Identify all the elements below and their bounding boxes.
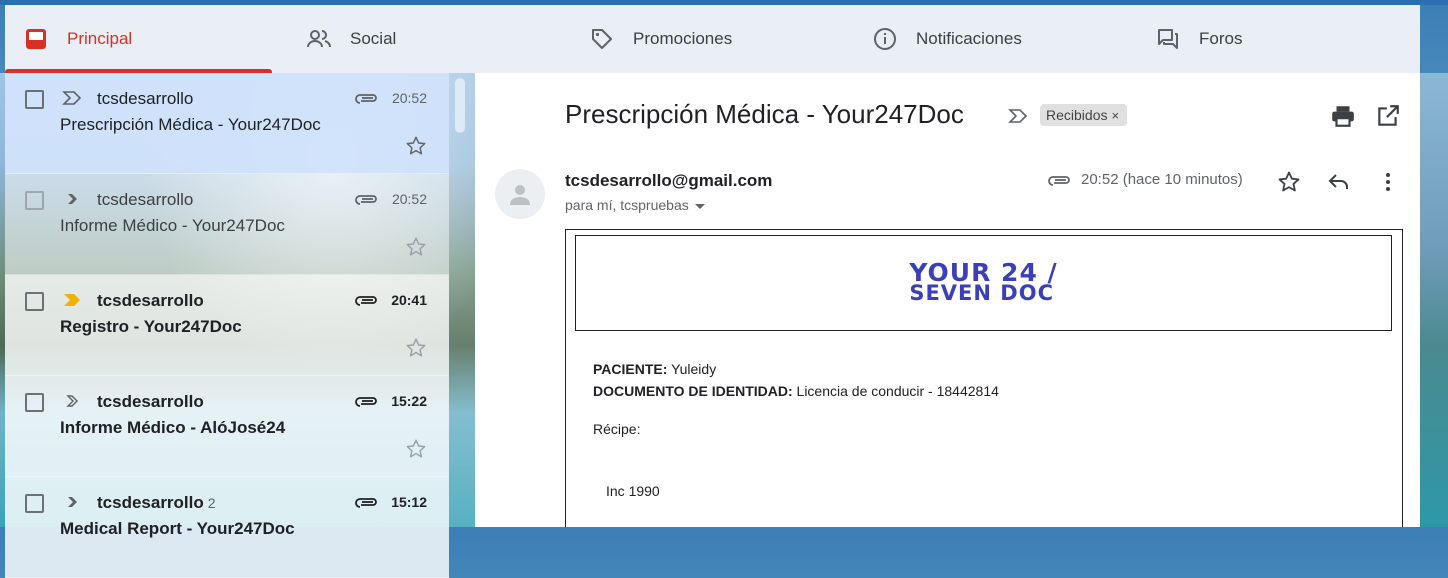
time: 20:52 xyxy=(391,191,427,207)
select-checkbox[interactable] xyxy=(25,393,44,412)
tab-label: Principal xyxy=(67,29,133,48)
email-body: YOUR 24 / SEVEN DOC PACIENTE: Yuleidy DO… xyxy=(565,229,1403,527)
tab-label: Promociones xyxy=(633,29,733,48)
list-item[interactable]: tcsdesarrollo 2 15:12 Medical Report - Yo… xyxy=(5,477,449,578)
importance-marker-icon[interactable] xyxy=(1008,109,1028,123)
star-icon[interactable] xyxy=(405,337,427,359)
more-vert-icon xyxy=(1386,173,1390,191)
label-chip[interactable]: Recibidos × xyxy=(1040,104,1128,126)
background-strip xyxy=(1420,73,1448,527)
more-options-button[interactable] xyxy=(1375,169,1401,195)
recipients[interactable]: para mí, tcspruebas xyxy=(565,197,705,213)
print-icon[interactable] xyxy=(1330,103,1356,129)
list-item[interactable]: tcsdesarrollo 20:52 Informe Médico - You… xyxy=(5,174,449,275)
star-button[interactable] xyxy=(1276,169,1302,195)
patient-value: Yuleidy xyxy=(671,361,717,377)
person-icon xyxy=(510,185,530,205)
show-details-icon[interactable] xyxy=(694,203,705,209)
importance-marker-icon[interactable] xyxy=(62,495,82,509)
subject: Informe Médico - Your247Doc xyxy=(60,216,285,235)
forum-icon xyxy=(1155,26,1181,52)
category-tabs: Principal Social Promociones Notificacio… xyxy=(5,5,1420,73)
thread-count: 2 xyxy=(207,495,216,511)
prescription-item: Inc 1990 xyxy=(606,483,660,499)
sender: tcsdesarrollo xyxy=(97,89,194,108)
avatar[interactable] xyxy=(495,169,545,219)
select-checkbox[interactable] xyxy=(25,90,44,109)
time: 20:41 xyxy=(391,292,427,308)
time: 15:22 xyxy=(391,393,427,409)
prescription-content: PACIENTE: Yuleidy DOCUMENTO DE IDENTIDAD… xyxy=(593,358,999,502)
subject: Medical Report - Your247Doc xyxy=(60,519,295,538)
sender-email[interactable]: tcsdesarrollo@gmail.com xyxy=(565,171,772,191)
sender: tcsdesarrollo 2 xyxy=(97,493,216,512)
recipients-text: para mí, tcspruebas xyxy=(565,197,689,213)
star-icon[interactable] xyxy=(405,135,427,157)
attachment-icon xyxy=(355,498,377,508)
your247doc-logo: YOUR 24 / SEVEN DOC xyxy=(909,258,1058,305)
sender: tcsdesarrollo xyxy=(97,392,204,411)
importance-marker-icon[interactable] xyxy=(62,192,82,206)
document-value: Licencia de conducir - 18442814 xyxy=(796,383,999,399)
list-scroll-thumb[interactable] xyxy=(455,78,465,133)
inbox-icon xyxy=(23,26,49,52)
list-scrollbar[interactable] xyxy=(449,73,475,527)
list-item[interactable]: tcsdesarrollo 20:41 Registro - Your247Do… xyxy=(5,275,449,376)
logo-line-1: YOUR 24 / xyxy=(909,258,1058,287)
star-icon[interactable] xyxy=(405,236,427,258)
subject: Informe Médico - AlóJosé24 xyxy=(60,418,286,437)
tab-label: Notificaciones xyxy=(916,29,1022,48)
logo-line-2: SEVEN DOC xyxy=(909,281,1054,305)
reply-button[interactable] xyxy=(1326,169,1352,195)
importance-marker-icon[interactable] xyxy=(62,394,82,408)
tab-promociones[interactable]: Promociones xyxy=(571,5,854,73)
tab-notificaciones[interactable]: Notificaciones xyxy=(854,5,1137,73)
sender: tcsdesarrollo xyxy=(97,190,194,209)
time: 20:52 xyxy=(391,90,427,106)
subject: Registro - Your247Doc xyxy=(60,317,242,336)
remove-label-button[interactable]: × xyxy=(1111,108,1119,123)
logo-banner: YOUR 24 / SEVEN DOC xyxy=(575,235,1392,331)
info-icon xyxy=(872,26,898,52)
attachment-icon xyxy=(1048,176,1070,186)
reading-pane: Prescripción Médica - Your247Doc Recibid… xyxy=(475,73,1420,527)
attachment-icon xyxy=(355,296,377,306)
patient-label: PACIENTE: xyxy=(593,361,668,377)
list-item[interactable]: tcsdesarrollo 15:22 Informe Médico - Aló… xyxy=(5,376,449,477)
tab-principal[interactable]: Principal xyxy=(5,5,288,73)
subject: Prescripción Médica - Your247Doc xyxy=(60,115,321,134)
time: 15:12 xyxy=(391,494,427,510)
recipe-label: Récipe: xyxy=(593,421,641,437)
importance-marker-icon[interactable] xyxy=(62,91,82,105)
tab-label: Foros xyxy=(1199,29,1243,48)
star-icon xyxy=(1278,171,1300,192)
tab-label: Social xyxy=(350,29,397,48)
select-checkbox[interactable] xyxy=(25,494,44,513)
select-checkbox[interactable] xyxy=(25,191,44,210)
document-label: DOCUMENTO DE IDENTIDAD: xyxy=(593,383,793,399)
tab-social[interactable]: Social xyxy=(288,5,571,73)
label-text: Recibidos xyxy=(1046,107,1108,123)
attachment-icon xyxy=(355,195,377,205)
important-marker-icon[interactable] xyxy=(62,293,82,307)
open-in-new-window-icon[interactable] xyxy=(1375,103,1401,129)
attachment-icon xyxy=(355,94,377,104)
people-icon xyxy=(306,26,332,52)
email-subject: Prescripción Médica - Your247Doc xyxy=(565,99,964,129)
sender: tcsdesarrollo xyxy=(97,291,204,310)
mail-list: tcsdesarrollo 20:52 Prescripción Médica … xyxy=(5,73,449,578)
list-item[interactable]: tcsdesarrollo 20:52 Prescripción Médica … xyxy=(5,73,449,174)
tab-foros[interactable]: Foros xyxy=(1137,5,1420,73)
select-checkbox[interactable] xyxy=(25,292,44,311)
star-icon[interactable] xyxy=(405,438,427,460)
reply-icon xyxy=(1328,174,1348,189)
email-time: 20:52 (hace 10 minutos) xyxy=(1081,171,1243,188)
attachment-icon xyxy=(355,397,377,407)
tag-icon xyxy=(589,26,615,52)
